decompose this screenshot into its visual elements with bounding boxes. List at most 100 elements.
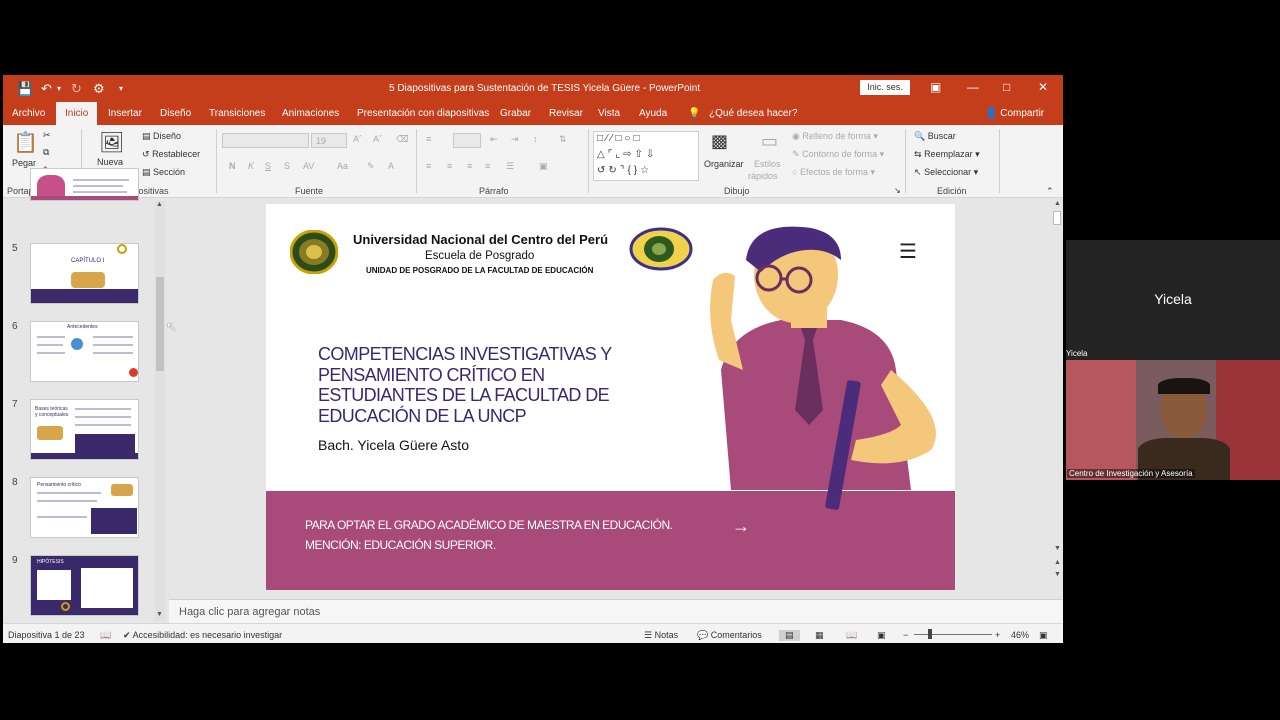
- notes-pane[interactable]: Haga clic para agregar notas: [169, 599, 1063, 623]
- new-slide-label-1[interactable]: Nueva: [97, 157, 123, 167]
- shrink-font-icon[interactable]: Aˇ: [373, 134, 382, 144]
- increase-indent-icon[interactable]: ⇥: [511, 134, 519, 145]
- next-slide-icon[interactable]: ▼: [1054, 571, 1061, 578]
- share-button[interactable]: 👤 Compartir: [985, 108, 1044, 119]
- new-slide-icon[interactable]: 🖼: [99, 130, 124, 155]
- slide-scroll-thumb[interactable]: [1053, 211, 1061, 225]
- slide-thumbnail[interactable]: Pensamiento crítico: [30, 477, 139, 538]
- redo-icon[interactable]: ↻: [71, 81, 82, 97]
- shape-fill-icon[interactable]: ◉: [792, 131, 800, 141]
- tab-presentacion[interactable]: Presentación con diapositivas: [357, 108, 489, 119]
- bullets-icon[interactable]: ≡: [426, 134, 431, 144]
- slide-sorter-icon[interactable]: ▦: [815, 630, 824, 641]
- paste-button[interactable]: Pegar: [12, 158, 36, 168]
- ribbon-display-icon[interactable]: ▣: [930, 80, 941, 94]
- grow-font-icon[interactable]: Aˆ: [353, 134, 362, 144]
- line-spacing-icon[interactable]: ↕: [533, 134, 538, 144]
- paste-icon[interactable]: 📋: [13, 130, 38, 155]
- quick-styles-label-1[interactable]: Estilos: [754, 159, 781, 169]
- shape-outline-icon[interactable]: ✎: [792, 149, 800, 159]
- reset-icon[interactable]: ↺: [142, 149, 150, 159]
- reset-button[interactable]: Restablecer: [152, 149, 200, 159]
- italic-icon[interactable]: K: [248, 161, 254, 171]
- slide-thumbnail[interactable]: Bases teóricas y conceptuales: [30, 399, 139, 460]
- shape-outline-button[interactable]: Contorno de forma: [802, 149, 877, 159]
- align-center-icon[interactable]: ≡: [447, 161, 452, 171]
- video-tile-camera[interactable]: Centro de Investigación y Asesoría: [1066, 360, 1280, 480]
- customize-qat-icon[interactable]: ▾: [119, 84, 123, 93]
- section-icon[interactable]: ▤: [142, 167, 151, 177]
- tab-archivo[interactable]: Archivo: [12, 108, 45, 119]
- layout-icon[interactable]: ▤: [142, 131, 151, 141]
- slide-thumbnail[interactable]: HIPÓTESIS: [30, 555, 139, 616]
- arrange-button[interactable]: Organizar: [704, 159, 744, 169]
- shapes-gallery[interactable]: □⁄⁄□○□ △⌜⌞⇨⇧⇩ ↺↻⌝{}☆: [593, 131, 699, 181]
- tab-inicio[interactable]: Inicio: [56, 102, 98, 125]
- quick-styles-icon[interactable]: ▭: [761, 131, 778, 152]
- columns-icon[interactable]: ☰: [506, 161, 514, 172]
- tab-grabar[interactable]: Grabar: [500, 108, 531, 119]
- font-family-box[interactable]: [222, 133, 309, 148]
- shapes-row-2-icon[interactable]: △⌜⌞⇨⇧⇩: [597, 149, 657, 160]
- save-icon[interactable]: 💾: [17, 81, 33, 97]
- quick-styles-label-2[interactable]: rápidos: [748, 171, 778, 181]
- case-icon[interactable]: Aa: [337, 161, 348, 171]
- slide-scrollbar[interactable]: ▲ ▼ ▲ ▼: [1051, 199, 1063, 593]
- notes-button[interactable]: Notas: [655, 630, 679, 640]
- scroll-up-icon[interactable]: ▲: [156, 201, 163, 208]
- scroll-down-icon[interactable]: ▼: [1054, 545, 1061, 552]
- minimize-icon[interactable]: —: [967, 80, 979, 94]
- thumbnail-scroll-thumb[interactable]: [156, 277, 164, 371]
- notes-icon[interactable]: ☰: [644, 630, 652, 640]
- maximize-icon[interactable]: □: [1003, 80, 1010, 94]
- collapse-ribbon-icon[interactable]: ⌃: [1046, 186, 1054, 197]
- shape-effects-icon[interactable]: ○: [792, 167, 797, 177]
- zoom-in-icon[interactable]: +: [995, 630, 1000, 640]
- accessibility-icon[interactable]: ✔: [123, 630, 131, 640]
- tab-insertar[interactable]: Insertar: [108, 108, 142, 119]
- decrease-indent-icon[interactable]: ⇤: [490, 134, 498, 145]
- shape-fill-button[interactable]: Relleno de forma: [802, 131, 871, 141]
- sign-in-button[interactable]: Inic. ses.: [860, 80, 910, 95]
- arrange-icon[interactable]: ▩: [711, 131, 728, 152]
- normal-view-icon[interactable]: ▤: [779, 630, 800, 641]
- spelling-icon[interactable]: 📖: [100, 630, 111, 641]
- undo-dropdown-icon[interactable]: ▾: [57, 84, 61, 93]
- accessibility-status[interactable]: Accesibilidad: es necesario investigar: [133, 630, 283, 640]
- zoom-level[interactable]: 46%: [1011, 630, 1029, 640]
- slide-thumbnail[interactable]: [30, 168, 139, 201]
- font-size-box[interactable]: 19: [311, 133, 347, 148]
- present-from-start-icon[interactable]: ⚙: [93, 81, 105, 97]
- select-icon[interactable]: ↖: [914, 167, 922, 177]
- numbering-box[interactable]: [453, 133, 481, 148]
- comments-icon[interactable]: 💬: [697, 630, 708, 640]
- zoom-out-icon[interactable]: −: [903, 630, 908, 640]
- slideshow-icon[interactable]: ▣: [877, 630, 886, 641]
- zoom-slider[interactable]: [914, 634, 992, 635]
- scroll-up-icon[interactable]: ▲: [1054, 200, 1061, 207]
- slide-thumbnail[interactable]: CAPÍTULO I: [30, 243, 139, 304]
- replace-button[interactable]: Reemplazar: [924, 149, 973, 159]
- copy-icon[interactable]: ⧉: [43, 147, 49, 158]
- thumbnail-scrollbar[interactable]: ▲ ▼: [155, 201, 165, 621]
- slide-thumbnail[interactable]: Antecedentes: [30, 321, 139, 382]
- video-tile-participant[interactable]: Yicela: [1066, 240, 1280, 360]
- shapes-row-1-icon[interactable]: □⁄⁄□○□: [597, 133, 643, 144]
- section-button[interactable]: Sección: [153, 167, 185, 177]
- cut-icon[interactable]: ✂: [43, 130, 51, 141]
- align-right-icon[interactable]: ≡: [467, 161, 472, 171]
- find-button[interactable]: Buscar: [928, 131, 956, 141]
- find-icon[interactable]: 🔍: [914, 131, 925, 141]
- text-direction-icon[interactable]: ⇅: [559, 134, 567, 145]
- drawing-launcher-icon[interactable]: ↘: [894, 186, 901, 195]
- tab-revisar[interactable]: Revisar: [549, 108, 583, 119]
- tab-transiciones[interactable]: Transiciones: [209, 108, 265, 119]
- strikethrough-icon[interactable]: S: [284, 161, 290, 171]
- current-slide[interactable]: Universidad Nacional del Centro del Perú…: [266, 204, 955, 590]
- fit-to-window-icon[interactable]: ▣: [1039, 630, 1048, 641]
- tell-me-search[interactable]: ¿Qué desea hacer?: [709, 108, 797, 119]
- bold-icon[interactable]: N: [229, 161, 236, 171]
- clear-format-icon[interactable]: ⌫: [396, 134, 409, 145]
- underline-icon[interactable]: S: [265, 161, 271, 171]
- previous-slide-icon[interactable]: ▲: [1054, 559, 1061, 566]
